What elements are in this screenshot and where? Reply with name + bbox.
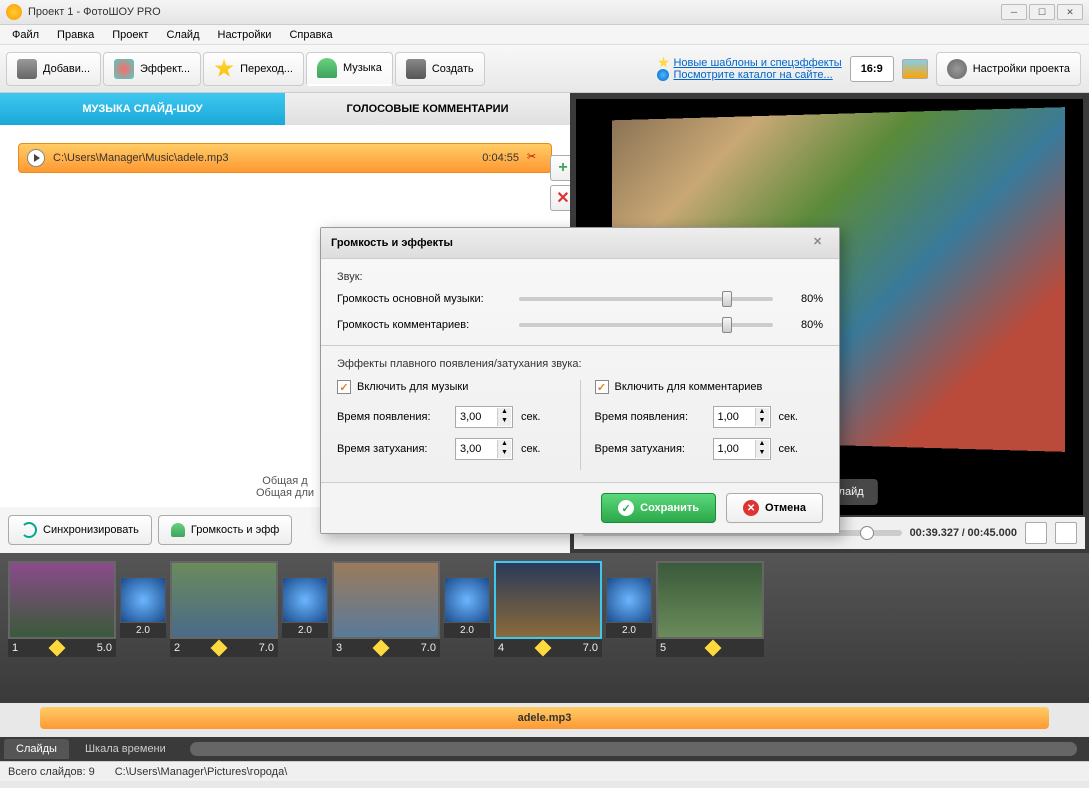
music-volume-label: Громкость основной музыки: [337,293,507,305]
camera-icon [17,59,37,79]
film-icon [406,59,426,79]
tab-voice[interactable]: ГОЛОСОВЫЕ КОММЕНТАРИИ [285,93,570,125]
music-volume-value: 80% [785,293,823,305]
slider-thumb[interactable] [722,317,732,333]
pencil-icon[interactable] [49,640,66,657]
maximize-button[interactable]: ☐ [1029,4,1055,20]
snapshot-button[interactable] [1025,522,1047,544]
promo-links: Новые шаблоны и спецэффекты Посмотрите к… [657,57,841,81]
transition-3[interactable]: 2.0 [444,561,490,695]
tab-timescale[interactable]: Шкала времени [73,739,178,759]
dialog-titlebar[interactable]: Громкость и эффекты ✕ [321,228,839,259]
slide-5[interactable]: 5 [656,561,764,695]
slide-2[interactable]: 27.0 [170,561,278,695]
aspect-ratio-button[interactable]: 16:9 [850,56,894,82]
volume-effects-dialog: Громкость и эффекты ✕ Звук: Громкость ос… [320,227,840,534]
seek-thumb[interactable] [860,526,874,540]
music-button[interactable]: Музыка [306,52,393,86]
promo-catalog-link[interactable]: Посмотрите каталог на сайте... [657,69,841,81]
slide-3[interactable]: 37.0 [332,561,440,695]
enable-music-label: Включить для музыки [357,381,468,393]
slider-thumb[interactable] [722,291,732,307]
fullscreen-button[interactable] [1055,522,1077,544]
status-bar: Всего слайдов: 9 C:\Users\Manager\Pictur… [0,761,1089,781]
cancel-button[interactable]: ✕Отмена [726,493,823,523]
scissors-icon[interactable]: ✂ [527,150,543,166]
promo-templates-link[interactable]: Новые шаблоны и спецэффекты [657,57,841,69]
status-path: C:\Users\Manager\Pictures\города\ [115,766,288,778]
comment-fadein-input[interactable]: 1,00▲▼ [713,406,771,428]
close-button[interactable]: ✕ [1057,4,1083,20]
music-fadein-input[interactable]: 3,00▲▼ [455,406,513,428]
slide-1[interactable]: 15.0 [8,561,116,695]
menu-slide[interactable]: Слайд [158,27,207,43]
comment-volume-label: Громкость комментариев: [337,319,507,331]
project-settings-button[interactable]: Настройки проекта [936,52,1081,86]
check-icon: ✓ [618,500,634,516]
save-button[interactable]: ✓Сохранить [601,493,716,523]
dialog-title: Громкость и эффекты [331,237,453,249]
transitions-button[interactable]: Переход... [203,52,304,86]
timeline-scrollbar[interactable] [190,742,1077,756]
fadein-label: Время появления: [337,411,447,423]
add-button[interactable]: Добави... [6,52,101,86]
sync-icon [21,522,37,538]
fade-section-label: Эффекты плавного появления/затухания зву… [337,358,823,370]
music-small-icon [171,523,185,537]
comment-volume-slider[interactable] [519,323,773,327]
music-track-item[interactable]: C:\Users\Manager\Music\adele.mp3 0:04:55… [18,143,552,173]
comment-fadeout-input[interactable]: 1,00▲▼ [713,438,771,460]
tab-music[interactable]: МУЗЫКА СЛАЙД-ШОУ [0,93,285,125]
pencil-icon[interactable] [211,640,228,657]
music-fadeout-input[interactable]: 3,00▲▼ [455,438,513,460]
main-toolbar: Добави... Эффект... Переход... Музыка Со… [0,45,1089,93]
star-small-icon [657,57,669,69]
transition-1[interactable]: 2.0 [120,561,166,695]
app-icon [6,4,22,20]
menu-settings[interactable]: Настройки [210,27,280,43]
menubar: Файл Правка Проект Слайд Настройки Справ… [0,25,1089,45]
comment-volume-value: 80% [785,319,823,331]
landscape-icon[interactable] [902,59,928,79]
menu-edit[interactable]: Правка [49,27,102,43]
pencil-icon[interactable] [705,640,722,657]
play-icon[interactable] [27,149,45,167]
tab-slides[interactable]: Слайды [4,739,69,759]
palette-icon [114,59,134,79]
star-icon [214,59,234,79]
enable-comments-label: Включить для комментариев [615,381,763,393]
window-titlebar: Проект 1 - ФотоШОУ PRO ─ ☐ ✕ [0,0,1089,25]
gear-icon [947,59,967,79]
create-button[interactable]: Создать [395,52,485,86]
bottom-tabs: Слайды Шкала времени [0,737,1089,761]
music-duration: 0:04:55 [482,152,519,164]
x-icon: ✕ [743,500,759,516]
pencil-icon[interactable] [535,640,552,657]
pencil-icon[interactable] [373,640,390,657]
effects-button[interactable]: Эффект... [103,52,201,86]
globe-icon [657,69,669,81]
minimize-button[interactable]: ─ [1001,4,1027,20]
music-path: C:\Users\Manager\Music\adele.mp3 [53,152,474,164]
slide-4[interactable]: 47.0 [494,561,602,695]
transition-2[interactable]: 2.0 [282,561,328,695]
sound-section-label: Звук: [337,271,823,283]
window-title: Проект 1 - ФотоШОУ PRO [28,6,1001,18]
enable-music-checkbox[interactable]: ✓ [337,380,351,394]
menu-file[interactable]: Файл [4,27,47,43]
menu-project[interactable]: Проект [104,27,156,43]
menu-help[interactable]: Справка [281,27,340,43]
transition-4[interactable]: 2.0 [606,561,652,695]
fadeout-label: Время затухания: [337,443,447,455]
music-icon [317,58,337,78]
status-slide-count: Всего слайдов: 9 [8,766,95,778]
audio-track[interactable]: adele.mp3 [40,707,1049,729]
timeline: 15.0 2.0 27.0 2.0 37.0 2.0 47.0 2.0 5 [0,553,1089,703]
time-display: 00:39.327 / 00:45.000 [910,527,1017,539]
dialog-close-button[interactable]: ✕ [813,235,829,251]
sync-button[interactable]: Синхронизировать [8,515,152,545]
enable-comments-checkbox[interactable]: ✓ [595,380,609,394]
music-volume-slider[interactable] [519,297,773,301]
volume-effects-button[interactable]: Громкость и эфф [158,515,292,545]
